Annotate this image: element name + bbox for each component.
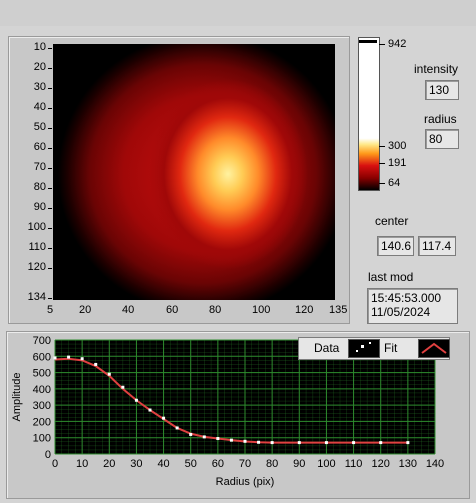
colorbar[interactable] <box>358 37 380 191</box>
window-top-strip <box>0 0 476 26</box>
image-x-tick-label: 120 <box>295 304 314 316</box>
image-y-tick-label: 70 <box>33 161 46 173</box>
radius-field[interactable]: 80 <box>425 129 459 149</box>
intensity-label: intensity <box>414 62 459 76</box>
image-y-tick-mark <box>48 188 52 189</box>
last-mod-time: 15:45:53.000 <box>371 291 442 305</box>
image-y-tick-label: 134 <box>27 291 46 303</box>
image-y-tick-label: 120 <box>27 261 46 273</box>
colorbar-label-191: 191 <box>388 157 407 169</box>
image-y-tick-label: 20 <box>33 61 46 73</box>
legend-data-point-icon <box>369 342 371 344</box>
image-y-tick-mark <box>48 168 52 169</box>
intensity-image[interactable] <box>53 44 335 300</box>
legend-fit-label: Fit <box>384 341 398 355</box>
image-y-tick-mark <box>48 48 52 49</box>
image-y-tick-mark <box>48 148 52 149</box>
image-x-tick-label: 135 <box>329 304 348 316</box>
image-y-tick-mark <box>48 68 52 69</box>
image-x-tick-label: 80 <box>209 304 222 316</box>
image-x-tick-label: 5 <box>47 304 54 316</box>
image-y-tick-label: 30 <box>33 81 46 93</box>
legend-data-label: Data <box>314 341 340 355</box>
center-x-field[interactable]: 140.6 <box>377 236 414 256</box>
center-y-field[interactable]: 117.4 <box>418 236 456 256</box>
colorbar-tick <box>379 183 385 184</box>
image-y-tick-mark <box>48 268 52 269</box>
colorbar-tick <box>379 44 385 45</box>
image-y-tick-mark <box>48 228 52 229</box>
legend-data-point-icon <box>356 350 358 352</box>
colorbar-max-label: 942 <box>388 38 407 50</box>
image-x-tick-label: 100 <box>252 304 271 316</box>
image-y-tick-mark <box>48 298 52 299</box>
last-mod-field: 15:45:53.000 11/05/2024 <box>367 288 458 324</box>
legend-fit-swatch[interactable] <box>418 339 450 358</box>
image-y-tick-label: 90 <box>33 201 46 213</box>
image-x-tick-label: 40 <box>122 304 135 316</box>
image-y-tick-mark <box>48 248 52 249</box>
image-y-tick-label: 60 <box>33 141 46 153</box>
legend-data-point-icon <box>361 345 364 348</box>
legend-data-swatch[interactable] <box>348 339 380 358</box>
image-y-axis: 10 20 30 40 50 60 70 80 90 100 110 120 134 <box>10 40 52 310</box>
image-x-tick-label: 20 <box>79 304 92 316</box>
image-x-tick-label: 60 <box>166 304 179 316</box>
image-y-tick-label: 40 <box>33 101 46 113</box>
radius-label: radius <box>424 112 457 126</box>
image-y-tick-label: 10 <box>33 41 46 53</box>
image-y-tick-label: 110 <box>28 241 46 253</box>
colorbar-label-300: 300 <box>388 140 407 152</box>
colorbar-tick <box>379 163 385 164</box>
image-y-tick-label: 50 <box>33 121 46 133</box>
legend-fit-line-icon <box>421 342 447 354</box>
colorbar-min-label: 64 <box>388 177 401 189</box>
image-x-axis: 5 20 40 60 80 100 120 135 <box>45 302 348 320</box>
intensity-field[interactable]: 130 <box>425 80 459 100</box>
image-y-tick-label: 80 <box>33 181 46 193</box>
image-y-tick-mark <box>48 208 52 209</box>
image-y-tick-label: 100 <box>27 221 46 233</box>
image-y-tick-mark <box>48 128 52 129</box>
image-y-tick-mark <box>48 88 52 89</box>
last-mod-date: 11/05/2024 <box>371 305 431 319</box>
colorbar-tick <box>379 146 385 147</box>
last-mod-label: last mod <box>368 270 414 284</box>
center-label: center <box>375 214 409 228</box>
image-y-tick-mark <box>48 108 52 109</box>
colorbar-slider-icon[interactable] <box>359 40 377 43</box>
